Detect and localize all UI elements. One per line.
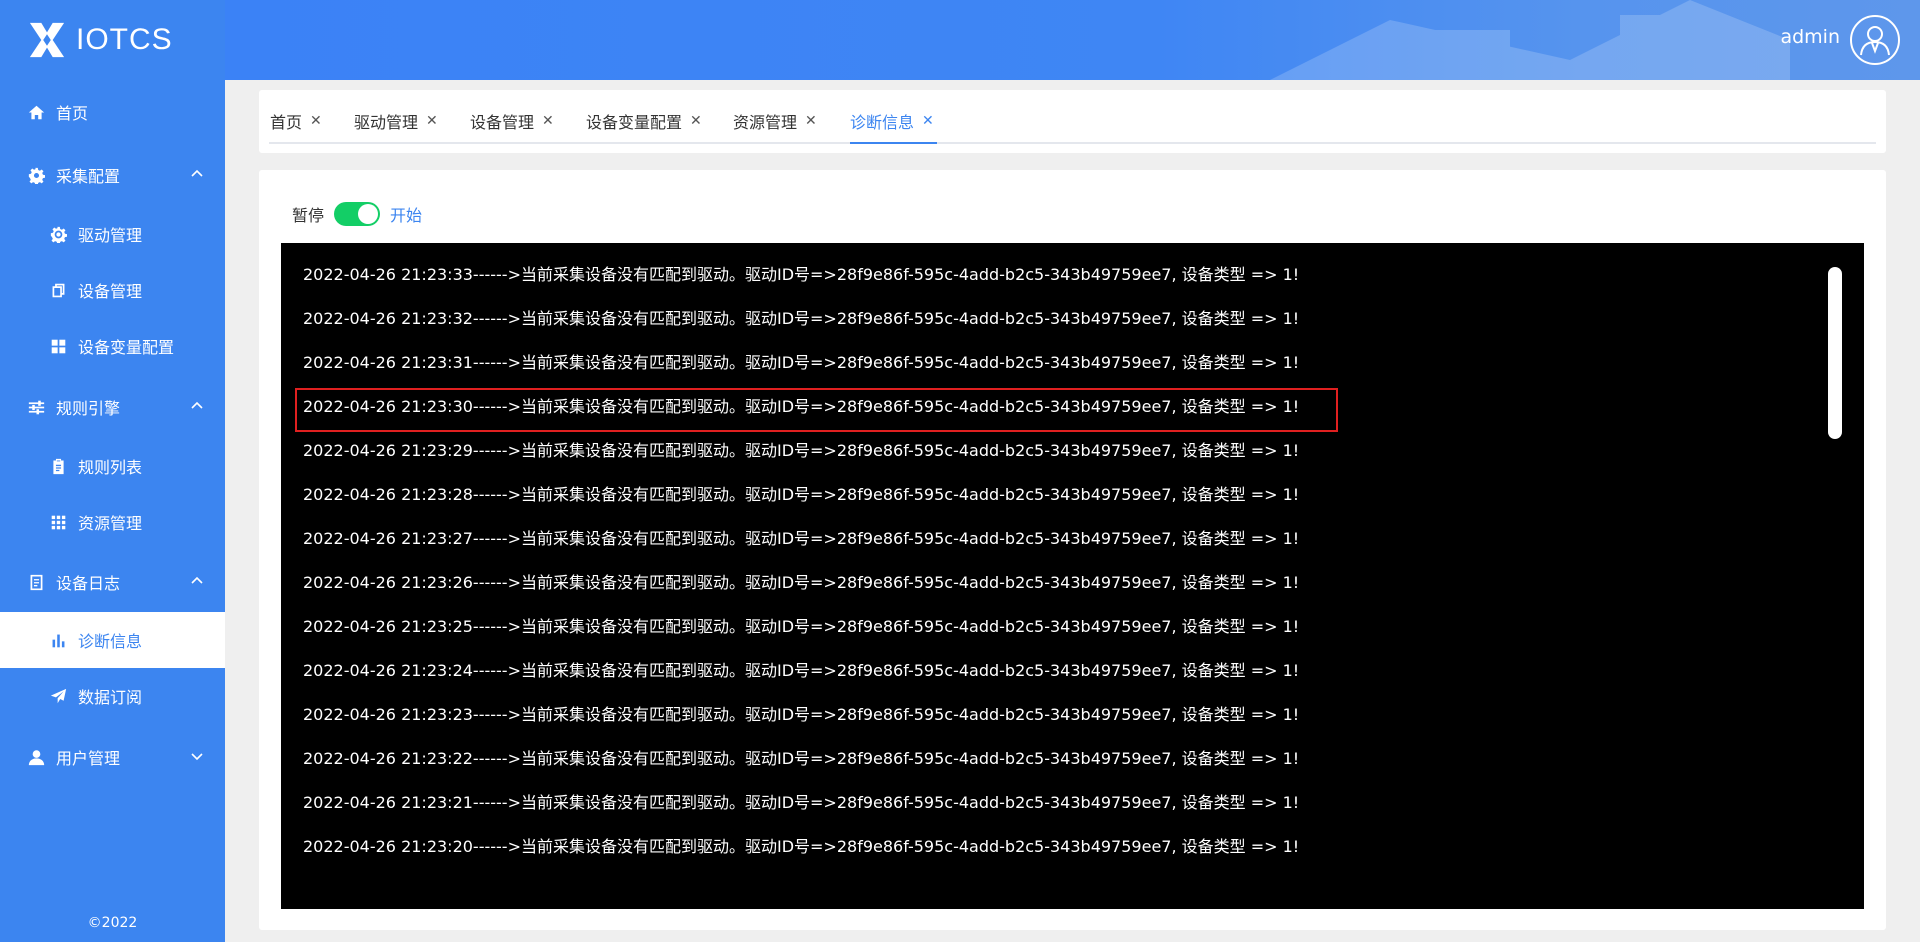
tab-device-variable-config[interactable]: 设备变量配置 ✕ (586, 108, 702, 134)
logo[interactable]: IOTCS (28, 20, 173, 60)
tab-label: 设备变量配置 (586, 113, 683, 132)
start-label: 开始 (390, 206, 423, 225)
sidebar-item-label: 诊断信息 (78, 632, 143, 651)
user-avatar-icon (1860, 26, 1890, 56)
tab-label: 驱动管理 (354, 113, 419, 132)
sidebar-item-diagnostics[interactable]: 诊断信息 (0, 612, 225, 668)
apps-icon (48, 512, 68, 532)
sidebar-item-rule-engine[interactable]: 规则引擎 (0, 379, 225, 435)
sidebar-item-label: 驱动管理 (78, 226, 143, 245)
app-name: IOTCS (76, 23, 173, 56)
log-line: 2022-04-26 21:23:23------>当前采集设备没有匹配到驱动。… (303, 705, 1300, 724)
username-label[interactable]: admin (1780, 26, 1840, 48)
copyright: ©2022 (87, 915, 138, 931)
log-line: 2022-04-26 21:23:32------>当前采集设备没有匹配到驱动。… (303, 309, 1300, 328)
tab-label: 首页 (270, 113, 303, 132)
tab-label: 设备管理 (470, 113, 535, 132)
switch-knob (358, 204, 379, 224)
sidebar-item-device-log[interactable]: 设备日志 (0, 554, 225, 610)
close-icon[interactable]: ✕ (310, 113, 322, 129)
sidebar-item-collection-config[interactable]: 采集配置 (0, 147, 225, 203)
sidebar-item-label: 规则列表 (78, 458, 143, 477)
log-line: 2022-04-26 21:23:20------>当前采集设备没有匹配到驱动。… (303, 837, 1300, 856)
sidebar-item-label: 规则引擎 (56, 399, 121, 418)
sidebar-item-label: 设备管理 (78, 282, 143, 301)
highlighted-log-line-box (295, 388, 1338, 432)
sidebar: IOTCS 首页 采集配置 驱动管理 设备管理 设备变量配置 规则引擎 规则列表… (0, 0, 225, 942)
sidebar-item-data-subscription[interactable]: 数据订阅 (0, 668, 225, 724)
log-line: 2022-04-26 21:23:22------>当前采集设备没有匹配到驱动。… (303, 749, 1300, 768)
cog-outline-icon (48, 224, 68, 244)
header-background-decoration (1270, 0, 1790, 80)
document-icon (26, 572, 46, 592)
close-icon[interactable]: ✕ (922, 113, 934, 129)
close-icon[interactable]: ✕ (805, 113, 817, 129)
pause-start-switch[interactable] (334, 202, 381, 226)
active-tab-indicator (850, 142, 937, 144)
sidebar-item-label: 设备日志 (56, 574, 121, 593)
iotcs-logo-icon (29, 22, 65, 58)
tab-resource-management[interactable]: 资源管理 ✕ (733, 108, 817, 134)
sidebar-item-label: 采集配置 (56, 167, 121, 186)
tab-driver-management[interactable]: 驱动管理 ✕ (354, 108, 438, 134)
top-header: admin (225, 0, 1920, 80)
diagnostics-panel: 暂停 开始 2022-04-26 21:23:33------>当前采集设备没有… (259, 170, 1886, 930)
log-line: 2022-04-26 21:23:24------>当前采集设备没有匹配到驱动。… (303, 661, 1300, 680)
bar-chart-icon (48, 630, 68, 650)
log-line: 2022-04-26 21:23:33------>当前采集设备没有匹配到驱动。… (303, 265, 1300, 284)
tab-label: 诊断信息 (850, 113, 915, 132)
sidebar-item-label: 数据订阅 (78, 688, 143, 707)
chevron-down-icon (191, 753, 203, 761)
log-line: 2022-04-26 21:23:28------>当前采集设备没有匹配到驱动。… (303, 485, 1300, 504)
chevron-up-icon (191, 169, 203, 177)
sidebar-item-rule-list[interactable]: 规则列表 (0, 438, 225, 494)
tabs-baseline (269, 142, 1876, 144)
sidebar-item-device-variable-config[interactable]: 设备变量配置 (0, 318, 225, 374)
log-console[interactable]: 2022-04-26 21:23:33------>当前采集设备没有匹配到驱动。… (281, 243, 1864, 909)
log-line: 2022-04-26 21:23:26------>当前采集设备没有匹配到驱动。… (303, 573, 1300, 592)
chevron-up-icon (191, 401, 203, 409)
sidebar-item-resource-management[interactable]: 资源管理 (0, 494, 225, 550)
log-scrollbar[interactable] (1828, 267, 1842, 439)
clipboard-icon (48, 456, 68, 476)
sidebar-item-label: 资源管理 (78, 514, 143, 533)
user-icon (26, 747, 46, 767)
sidebar-item-home[interactable]: 首页 (0, 84, 225, 140)
avatar[interactable] (1850, 15, 1900, 65)
tabs-bar: 首页 ✕ 驱动管理 ✕ 设备管理 ✕ 设备变量配置 ✕ 资源管理 ✕ 诊断信息 … (259, 90, 1886, 153)
tab-diagnostics[interactable]: 诊断信息 ✕ (850, 108, 934, 134)
tab-home[interactable]: 首页 ✕ (270, 108, 322, 134)
log-line: 2022-04-26 21:23:21------>当前采集设备没有匹配到驱动。… (303, 793, 1300, 812)
log-toggle-row: 暂停 开始 (292, 202, 422, 226)
tab-device-management[interactable]: 设备管理 ✕ (470, 108, 554, 134)
send-icon (48, 686, 68, 706)
close-icon[interactable]: ✕ (690, 113, 702, 129)
sidebar-item-device-management[interactable]: 设备管理 (0, 262, 225, 318)
sidebar-item-label: 首页 (56, 104, 89, 123)
chevron-up-icon (191, 576, 203, 584)
home-icon (26, 102, 46, 122)
gear-icon (26, 165, 46, 185)
sidebar-item-label: 设备变量配置 (78, 338, 175, 357)
sidebar-item-user-management[interactable]: 用户管理 (0, 729, 225, 785)
sliders-icon (26, 397, 46, 417)
log-line: 2022-04-26 21:23:31------>当前采集设备没有匹配到驱动。… (303, 353, 1300, 372)
grid-icon (48, 336, 68, 356)
log-line: 2022-04-26 21:23:25------>当前采集设备没有匹配到驱动。… (303, 617, 1300, 636)
sidebar-item-label: 用户管理 (56, 749, 121, 768)
log-line: 2022-04-26 21:23:27------>当前采集设备没有匹配到驱动。… (303, 529, 1300, 548)
tab-label: 资源管理 (733, 113, 798, 132)
copy-icon (48, 280, 68, 300)
sidebar-item-driver-management[interactable]: 驱动管理 (0, 206, 225, 262)
close-icon[interactable]: ✕ (542, 113, 554, 129)
log-line: 2022-04-26 21:23:29------>当前采集设备没有匹配到驱动。… (303, 441, 1300, 460)
close-icon[interactable]: ✕ (426, 113, 438, 129)
pause-label: 暂停 (292, 206, 325, 225)
